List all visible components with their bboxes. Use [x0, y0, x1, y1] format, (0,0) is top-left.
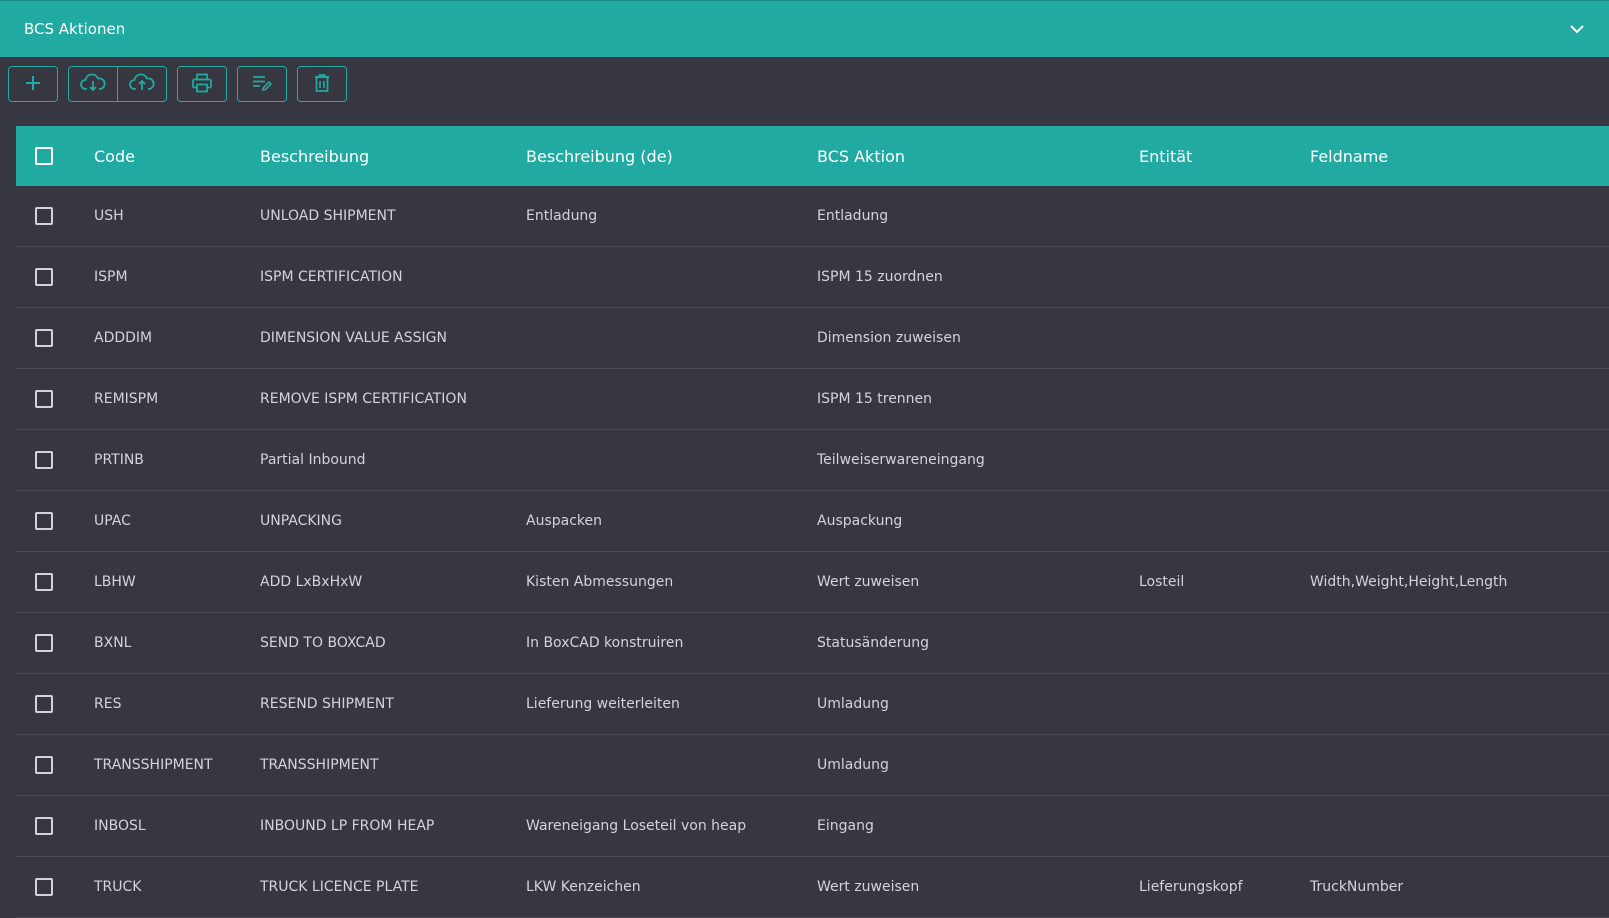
cell-code: UPAC — [94, 513, 131, 529]
table-header: Code Beschreibung Beschreibung (de) BCS … — [16, 126, 1609, 186]
cell-description-de: Kisten Abmessungen — [526, 574, 674, 590]
cell-code: BXNL — [94, 635, 132, 651]
section-header[interactable]: BCS Aktionen — [0, 0, 1609, 57]
cell-description: Partial Inbound — [260, 452, 366, 468]
cell-code: TRUCK — [94, 879, 142, 895]
cell-code: PRTINB — [94, 452, 144, 468]
cell-field-name: Width,Weight,Height,Length — [1310, 574, 1508, 590]
cell-description: UNLOAD SHIPMENT — [260, 208, 396, 224]
table-row[interactable]: ISPM ISPM CERTIFICATION ISPM 15 zuordnen — [16, 247, 1609, 308]
printer-icon — [191, 73, 213, 96]
cell-description: DIMENSION VALUE ASSIGN — [260, 330, 447, 346]
cell-code: ADDDIM — [94, 330, 153, 346]
cell-description: SEND TO BOXCAD — [260, 635, 386, 651]
column-header-description-de[interactable]: Beschreibung (de) — [526, 147, 817, 166]
cell-description: REMOVE ISPM CERTIFICATION — [260, 391, 467, 407]
cell-field-name: TruckNumber — [1310, 879, 1404, 895]
table-body: USH UNLOAD SHIPMENT Entladung Entladung ISPM… — [16, 186, 1609, 918]
table-row[interactable]: TRUCK TRUCK LICENCE PLATE LKW Kenzeichen We… — [16, 857, 1609, 918]
column-header-description[interactable]: Beschreibung — [260, 147, 526, 166]
cell-description-de: Auspacken — [526, 513, 603, 529]
cell-code: LBHW — [94, 574, 136, 590]
column-header-bcs-action[interactable]: BCS Aktion — [817, 147, 1139, 166]
cell-description: TRUCK LICENCE PLATE — [260, 879, 419, 895]
table-row[interactable]: REMISPM REMOVE ISPM CERTIFICATION ISPM 15 … — [16, 369, 1609, 430]
toolbar — [8, 66, 347, 102]
chevron-down-icon[interactable] — [1569, 21, 1585, 37]
cell-description: TRANSSHIPMENT — [260, 757, 379, 773]
cell-description: INBOUND LP FROM HEAP — [260, 818, 435, 834]
cell-description: ADD LxBxHxW — [260, 574, 363, 590]
edit-button[interactable] — [237, 66, 287, 102]
actions-table: Code Beschreibung Beschreibung (de) BCS … — [16, 126, 1609, 918]
cell-description: ISPM CERTIFICATION — [260, 269, 403, 285]
cell-bcs-action: ISPM 15 trennen — [817, 391, 933, 407]
import-export-group — [68, 66, 167, 102]
plus-icon — [24, 74, 42, 95]
section-title: BCS Aktionen — [24, 20, 126, 38]
cell-code: REMISPM — [94, 391, 159, 407]
row-checkbox[interactable] — [35, 756, 53, 774]
edit-list-icon — [251, 73, 273, 96]
cell-bcs-action: Eingang — [817, 818, 874, 834]
row-checkbox[interactable] — [35, 329, 53, 347]
print-button[interactable] — [177, 66, 227, 102]
delete-button[interactable] — [297, 66, 347, 102]
cell-code: USH — [94, 208, 124, 224]
cell-entity: Lieferungskopf — [1139, 879, 1243, 895]
cloud-upload-icon — [129, 72, 155, 96]
cell-bcs-action: Umladung — [817, 696, 889, 712]
row-checkbox[interactable] — [35, 573, 53, 591]
row-checkbox[interactable] — [35, 512, 53, 530]
cell-description: RESEND SHIPMENT — [260, 696, 394, 712]
select-all-checkbox[interactable] — [35, 147, 53, 165]
table-row[interactable]: RES RESEND SHIPMENT Lieferung weiterleiten… — [16, 674, 1609, 735]
table-row[interactable]: ADDDIM DIMENSION VALUE ASSIGN Dimension zu… — [16, 308, 1609, 369]
download-button[interactable] — [68, 66, 118, 102]
upload-button[interactable] — [117, 66, 167, 102]
cell-description-de: LKW Kenzeichen — [526, 879, 641, 895]
table-row[interactable]: INBOSL INBOUND LP FROM HEAP Wareneigang Lo… — [16, 796, 1609, 857]
column-header-entity[interactable]: Entität — [1139, 147, 1310, 166]
cell-description-de: Entladung — [526, 208, 598, 224]
column-header-code[interactable]: Code — [94, 147, 260, 166]
cell-code: TRANSSHIPMENT — [94, 757, 213, 773]
cell-code: RES — [94, 696, 122, 712]
cell-bcs-action: Dimension zuweisen — [817, 330, 961, 346]
cell-bcs-action: Wert zuweisen — [817, 574, 920, 590]
row-checkbox[interactable] — [35, 207, 53, 225]
table-row[interactable]: UPAC UNPACKING Auspacken Auspackung — [16, 491, 1609, 552]
cloud-download-icon — [80, 72, 106, 96]
cell-bcs-action: Auspackung — [817, 513, 903, 529]
cell-description-de: Wareneigang Loseteil von heap — [526, 818, 747, 834]
add-button[interactable] — [8, 66, 58, 102]
table-row[interactable]: PRTINB Partial Inbound Teilweiserwareneing… — [16, 430, 1609, 491]
table-row[interactable]: TRANSSHIPMENT TRANSSHIPMENT Umladung — [16, 735, 1609, 796]
row-checkbox[interactable] — [35, 634, 53, 652]
cell-entity: Losteil — [1139, 574, 1185, 590]
row-checkbox[interactable] — [35, 695, 53, 713]
table-row[interactable]: USH UNLOAD SHIPMENT Entladung Entladung — [16, 186, 1609, 247]
cell-bcs-action: Statusänderung — [817, 635, 929, 651]
cell-bcs-action: Entladung — [817, 208, 889, 224]
cell-bcs-action: ISPM 15 zuordnen — [817, 269, 943, 285]
cell-description-de: In BoxCAD konstruiren — [526, 635, 684, 651]
cell-description-de: Lieferung weiterleiten — [526, 696, 680, 712]
cell-bcs-action: Wert zuweisen — [817, 879, 920, 895]
row-checkbox[interactable] — [35, 451, 53, 469]
row-checkbox[interactable] — [35, 390, 53, 408]
table-row[interactable]: LBHW ADD LxBxHxW Kisten Abmessungen Wert zu… — [16, 552, 1609, 613]
cell-code: INBOSL — [94, 818, 146, 834]
trash-icon — [313, 73, 331, 96]
column-header-field-name[interactable]: Feldname — [1310, 147, 1590, 166]
row-checkbox[interactable] — [35, 817, 53, 835]
cell-bcs-action: Teilweiserwareneingang — [817, 452, 985, 468]
cell-bcs-action: Umladung — [817, 757, 889, 773]
cell-code: ISPM — [94, 269, 128, 285]
row-checkbox[interactable] — [35, 878, 53, 896]
table-row[interactable]: BXNL SEND TO BOXCAD In BoxCAD konstruiren S… — [16, 613, 1609, 674]
row-checkbox[interactable] — [35, 268, 53, 286]
cell-description: UNPACKING — [260, 513, 343, 529]
